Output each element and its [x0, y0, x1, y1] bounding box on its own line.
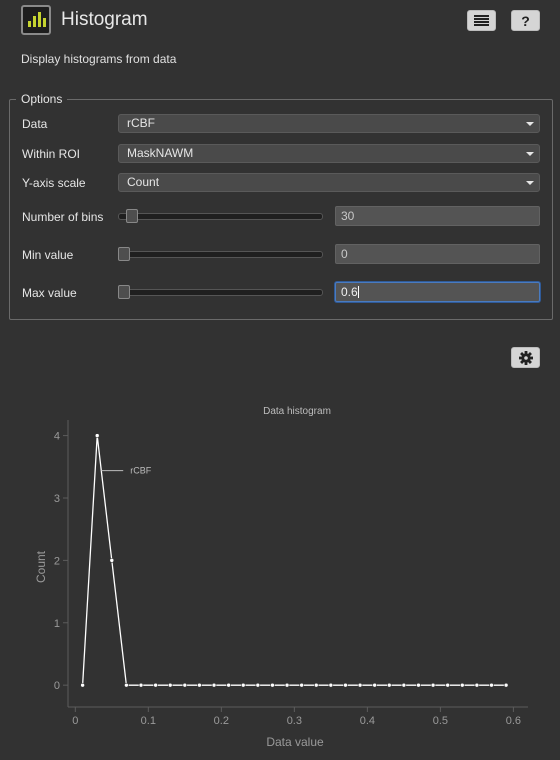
page-title: Histogram — [61, 9, 148, 30]
data-point — [240, 682, 246, 688]
data-point — [445, 682, 450, 688]
data-point — [211, 682, 217, 688]
list-icon — [474, 15, 489, 26]
chart-title: Data histogram — [263, 406, 331, 417]
x-tick-label: 0.3 — [287, 715, 302, 727]
yscale-select-value: Count — [127, 175, 160, 189]
data-point — [313, 682, 319, 688]
data-point — [80, 682, 85, 688]
slider-handle[interactable] — [118, 285, 130, 299]
data-point — [459, 682, 465, 688]
data-point — [94, 433, 100, 438]
data-label: Data — [22, 117, 48, 131]
y-tick-label: 2 — [54, 555, 60, 567]
yscale-label: Y-axis scale — [22, 176, 86, 190]
dropdown-arrow-icon — [526, 181, 534, 185]
data-point — [489, 682, 494, 688]
data-point — [270, 682, 275, 688]
x-tick-label: 0.1 — [141, 715, 156, 727]
data-point — [182, 682, 188, 688]
data-point — [474, 682, 480, 688]
x-tick-label: 0.2 — [214, 715, 229, 727]
y-tick-label: 0 — [54, 680, 60, 692]
list-button[interactable] — [467, 10, 496, 31]
min-label: Min value — [22, 248, 74, 262]
x-tick-label: 0 — [72, 715, 78, 727]
header: Histogram ? — [0, 0, 560, 44]
slider-track — [118, 213, 323, 220]
max-slider[interactable] — [118, 285, 323, 299]
x-axis-label: Data value — [266, 735, 324, 749]
y-tick-label: 1 — [54, 618, 60, 630]
dropdown-arrow-icon — [526, 152, 534, 156]
slider-track — [118, 289, 323, 296]
histogram-plot: Data histogram Count Data value 0 0.1 0.2 0… — [0, 395, 560, 757]
data-point — [416, 682, 421, 688]
data-point — [401, 682, 407, 688]
roi-select-value: MaskNAWM — [127, 146, 194, 160]
y-axis-label: Count — [34, 550, 48, 583]
max-field[interactable]: 0.6 — [335, 282, 540, 302]
data-point — [255, 682, 261, 688]
dropdown-arrow-icon — [526, 122, 534, 126]
x-tick-label: 0.6 — [506, 715, 521, 727]
x-tick-label: 0.4 — [360, 715, 375, 727]
options-legend: Options — [21, 92, 63, 106]
series-label: rCBF — [130, 466, 151, 476]
histogram-app-icon — [21, 5, 51, 35]
slider-track — [118, 251, 323, 258]
min-field[interactable]: 0 — [335, 244, 540, 264]
data-point — [138, 682, 144, 688]
data-point — [430, 682, 436, 688]
bins-label: Number of bins — [22, 210, 104, 224]
data-point — [357, 682, 363, 688]
roi-label: Within ROI — [22, 147, 81, 161]
bins-field[interactable]: 30 — [335, 206, 540, 226]
data-select-value: rCBF — [127, 116, 155, 130]
slider-handle[interactable] — [126, 209, 138, 223]
data-point — [167, 682, 173, 688]
data-point — [299, 682, 304, 688]
bins-slider[interactable] — [118, 209, 323, 223]
data-point — [153, 682, 158, 688]
max-field-value: 0.6 — [341, 285, 358, 299]
data-point — [197, 682, 202, 688]
data-point — [226, 682, 231, 688]
data-select[interactable]: rCBF — [118, 114, 540, 133]
data-point — [124, 682, 129, 688]
y-tick-label: 3 — [54, 493, 60, 505]
data-point — [328, 682, 334, 688]
data-point — [109, 558, 115, 563]
yscale-select[interactable]: Count — [118, 173, 540, 192]
min-field-value: 0 — [341, 247, 348, 261]
data-point — [372, 682, 377, 688]
help-button[interactable]: ? — [511, 10, 540, 31]
slider-handle[interactable] — [118, 247, 130, 261]
plot-settings-button[interactable] — [511, 347, 540, 368]
data-point — [284, 682, 290, 688]
y-tick-label: 4 — [54, 431, 60, 443]
text-caret — [357, 286, 359, 298]
data-point — [386, 682, 392, 688]
min-slider[interactable] — [118, 247, 323, 261]
bins-field-value: 30 — [341, 209, 355, 223]
data-point — [343, 682, 348, 688]
gear-icon — [518, 350, 533, 365]
roi-select[interactable]: MaskNAWM — [118, 144, 540, 163]
histogram-chart: Data histogram Count Data value 0 0.1 0.2 0… — [34, 406, 528, 749]
data-point — [503, 682, 509, 688]
max-label: Max value — [22, 286, 77, 300]
x-tick-label: 0.5 — [433, 715, 448, 727]
page-description: Display histograms from data — [21, 52, 177, 66]
